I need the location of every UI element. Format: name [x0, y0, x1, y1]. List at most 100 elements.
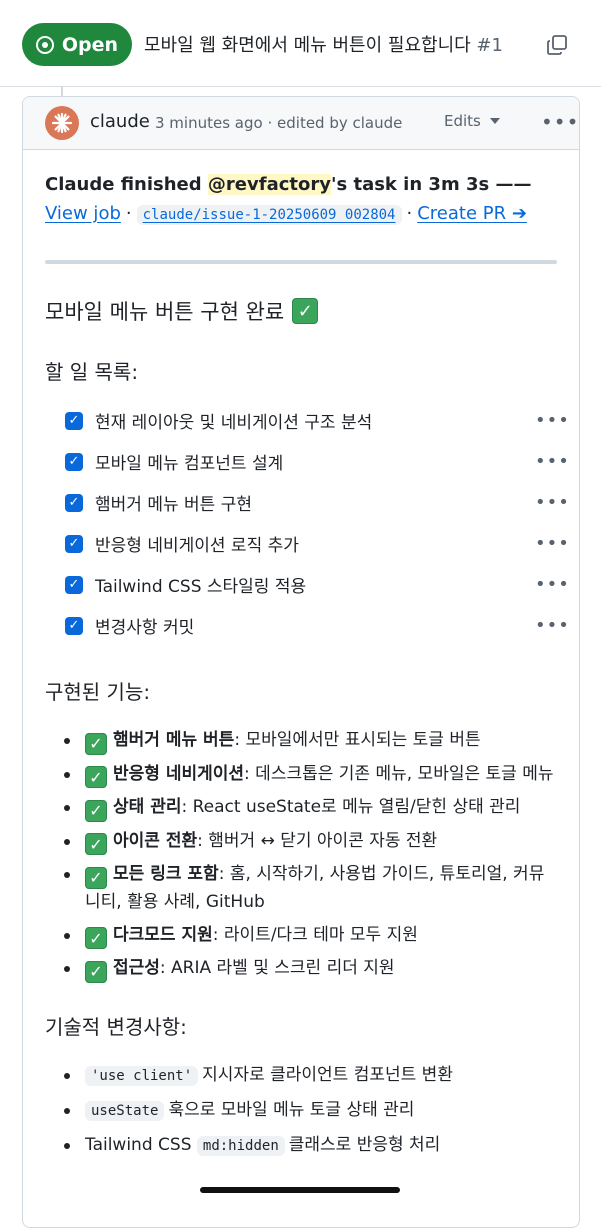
summary-prefix: Claude finished — [45, 174, 208, 195]
heading-features: 구현된 기능: — [45, 680, 151, 704]
inline-code: 'use client' — [85, 1065, 199, 1086]
task-label: 변경사항 커밋 — [95, 618, 195, 638]
task-item: ✓ 현재 레이아웃 및 네비게이션 구조 분석 ••• — [45, 400, 569, 441]
task-item: ✓ 변경사항 커밋 ••• — [45, 605, 569, 646]
user-mention[interactable]: @revfactory — [207, 174, 331, 195]
task-options-icon[interactable]: ••• — [535, 492, 570, 513]
tech-text: 훅으로 모바일 메뉴 토글 상태 관리 — [168, 1099, 415, 1120]
issue-title: 모바일 웹 화면에서 메뉴 버튼이 필요합니다 #1 — [144, 31, 503, 57]
comment-header: claude 3 minutes ago · edited by claude … — [23, 97, 579, 150]
checkbox-checked-icon[interactable]: ✓ — [65, 493, 83, 512]
status-label: Open — [61, 33, 119, 56]
task-label: 반응형 네비게이션 로직 추가 — [95, 536, 299, 556]
feature-desc: : React useState로 메뉴 열림/닫힌 상태 관리 — [181, 797, 521, 817]
check-mark-icon: ✓ — [85, 766, 107, 788]
comment-edited: · edited by claude — [267, 114, 403, 132]
issue-header: Open 모바일 웹 화면에서 메뉴 버튼이 필요합니다 #1 — [0, 0, 601, 87]
check-mark-icon: ✓ — [292, 298, 319, 324]
task-list: ✓ 현재 레이아웃 및 네비게이션 구조 분석 ••• ✓ 모바일 메뉴 컴포넌… — [45, 400, 569, 646]
feature-list: ✓ 햄버거 메뉴 버튼: 모바일에서만 표시되는 토글 버튼 ✓ 반응형 네비게이션… — [45, 727, 557, 983]
tech-text: 클래스로 반응형 처리 — [288, 1134, 441, 1155]
tech-list: 'use client' 지시자로 클라이언트 컴포넌트 변환 useState 훅… — [45, 1062, 557, 1160]
copy-icon[interactable] — [545, 33, 569, 57]
view-job-link[interactable]: View job — [45, 203, 121, 224]
feature-title: 햄버거 메뉴 버튼 — [113, 730, 235, 750]
feature-desc: : ARIA 라벨 및 스크린 리더 지원 — [159, 958, 395, 978]
issue-open-icon — [35, 35, 54, 54]
feature-title: 상태 관리 — [113, 797, 182, 817]
list-item: ✓ 아이콘 전환: 햄버거 ↔ 닫기 아이콘 자동 전환 — [45, 828, 557, 855]
heading-tech: 기술적 변경사항: — [45, 1014, 187, 1039]
list-item: ✓ 햄버거 메뉴 버튼: 모바일에서만 표시되는 토글 버튼 — [45, 727, 557, 755]
feature-title: 모든 링크 포함 — [113, 864, 219, 884]
checkbox-checked-icon[interactable]: ✓ — [65, 411, 83, 430]
list-item: ✓ 모든 링크 포함: 홈, 시작하기, 사용법 가이드, 튜토리얼, 커뮤니티,… — [45, 861, 557, 916]
check-mark-icon: ✓ — [85, 799, 107, 822]
task-label: Tailwind CSS 스타일링 적용 — [95, 577, 307, 597]
summary-suffix: 's task in 3m 3s —— — [330, 174, 532, 195]
inline-code: md:hidden — [196, 1135, 285, 1156]
heading-todo: 할 일 목록: — [45, 360, 139, 384]
task-options-icon[interactable]: ••• — [535, 574, 570, 595]
comment-meta: 3 minutes ago · edited by claude — [155, 114, 402, 132]
check-mark-icon: ✓ — [85, 833, 107, 855]
list-item: ✓ 상태 관리: React useState로 메뉴 열림/닫힌 상태 관리 — [45, 794, 557, 822]
task-item: ✓ 반응형 네비게이션 로직 추가 ••• — [45, 523, 569, 564]
divider — [45, 260, 557, 264]
feature-title: 아이콘 전환 — [113, 830, 198, 851]
edits-dropdown[interactable]: Edits — [444, 112, 500, 130]
check-mark-icon: ✓ — [85, 732, 107, 755]
list-item: ✓ 다크모드 지원: 라이트/다크 테마 모두 지원 — [45, 922, 557, 949]
check-mark-icon: ✓ — [85, 866, 107, 889]
avatar[interactable] — [45, 106, 79, 140]
check-mark-icon: ✓ — [85, 927, 107, 949]
edits-label: Edits — [444, 112, 481, 130]
inline-code: useState — [85, 1100, 165, 1121]
task-options-icon[interactable]: ••• — [535, 410, 570, 431]
home-indicator — [200, 1187, 400, 1193]
issue-title-text: 모바일 웹 화면에서 메뉴 버튼이 필요합니다 — [144, 35, 471, 56]
open-status-badge: Open — [22, 23, 132, 66]
tech-prefix: Tailwind CSS — [85, 1134, 197, 1155]
task-item: ✓ Tailwind CSS 스타일링 적용 ••• — [45, 564, 569, 605]
check-mark-icon: ✓ — [85, 960, 107, 983]
task-label: 햄버거 메뉴 버튼 구현 — [95, 495, 252, 515]
feature-title: 접근성 — [113, 958, 160, 978]
heading-done: 모바일 메뉴 버튼 구현 완료 ✓ — [45, 296, 557, 326]
checkbox-checked-icon[interactable]: ✓ — [65, 452, 83, 471]
feature-title: 반응형 네비게이션 — [113, 763, 245, 784]
tech-text: 지시자로 클라이언트 컴포넌트 변환 — [202, 1064, 453, 1085]
feature-title: 다크모드 지원 — [113, 924, 213, 945]
list-item: 'use client' 지시자로 클라이언트 컴포넌트 변환 — [45, 1062, 557, 1090]
branch-link[interactable]: claude/issue-1-20250609_002804 — [136, 205, 402, 225]
checkbox-checked-icon[interactable]: ✓ — [65, 616, 83, 635]
claude-logo-icon — [51, 112, 73, 134]
comment-options-icon[interactable]: ••• — [541, 110, 579, 134]
comment-time[interactable]: 3 minutes ago — [155, 114, 263, 132]
chevron-down-icon — [489, 118, 500, 124]
comment-card: claude 3 minutes ago · edited by claude … — [22, 96, 580, 1228]
task-label: 현재 레이아웃 및 네비게이션 구조 분석 — [95, 413, 373, 433]
checkbox-checked-icon[interactable]: ✓ — [65, 575, 83, 594]
feature-desc: : 모바일에서만 표시되는 토글 버튼 — [234, 730, 481, 750]
task-summary: Claude finished @revfactory's task in 3m… — [45, 174, 532, 225]
issue-number: #1 — [476, 35, 503, 56]
create-pr-link[interactable]: Create PR ➔ — [417, 203, 527, 224]
comment-author[interactable]: claude — [90, 111, 150, 132]
task-options-icon[interactable]: ••• — [535, 615, 570, 636]
task-item: ✓ 햄버거 메뉴 버튼 구현 ••• — [45, 482, 569, 523]
feature-desc: : 햄버거 ↔ 닫기 아이콘 자동 전환 — [197, 830, 438, 851]
task-label: 모바일 메뉴 컴포넌트 설계 — [95, 454, 284, 474]
comment-body: Claude finished @revfactory's task in 3m… — [23, 170, 579, 1160]
list-item: Tailwind CSS md:hidden 클래스로 반응형 처리 — [45, 1132, 557, 1160]
task-options-icon[interactable]: ••• — [535, 451, 570, 472]
list-item: useState 훅으로 모바일 메뉴 토글 상태 관리 — [45, 1097, 557, 1125]
heading-done-text: 모바일 메뉴 버튼 구현 완료 — [45, 300, 285, 324]
task-item: ✓ 모바일 메뉴 컴포넌트 설계 ••• — [45, 441, 569, 482]
list-item: ✓ 반응형 네비게이션: 데스크톱은 기존 메뉴, 모바일은 토글 메뉴 — [45, 761, 557, 788]
checkbox-checked-icon[interactable]: ✓ — [65, 534, 83, 553]
task-options-icon[interactable]: ••• — [535, 533, 570, 554]
feature-desc: : 라이트/다크 테마 모두 지원 — [212, 924, 418, 945]
feature-desc: : 데스크톱은 기존 메뉴, 모바일은 토글 메뉴 — [244, 763, 554, 784]
list-item: ✓ 접근성: ARIA 라벨 및 스크린 리더 지원 — [45, 955, 557, 983]
